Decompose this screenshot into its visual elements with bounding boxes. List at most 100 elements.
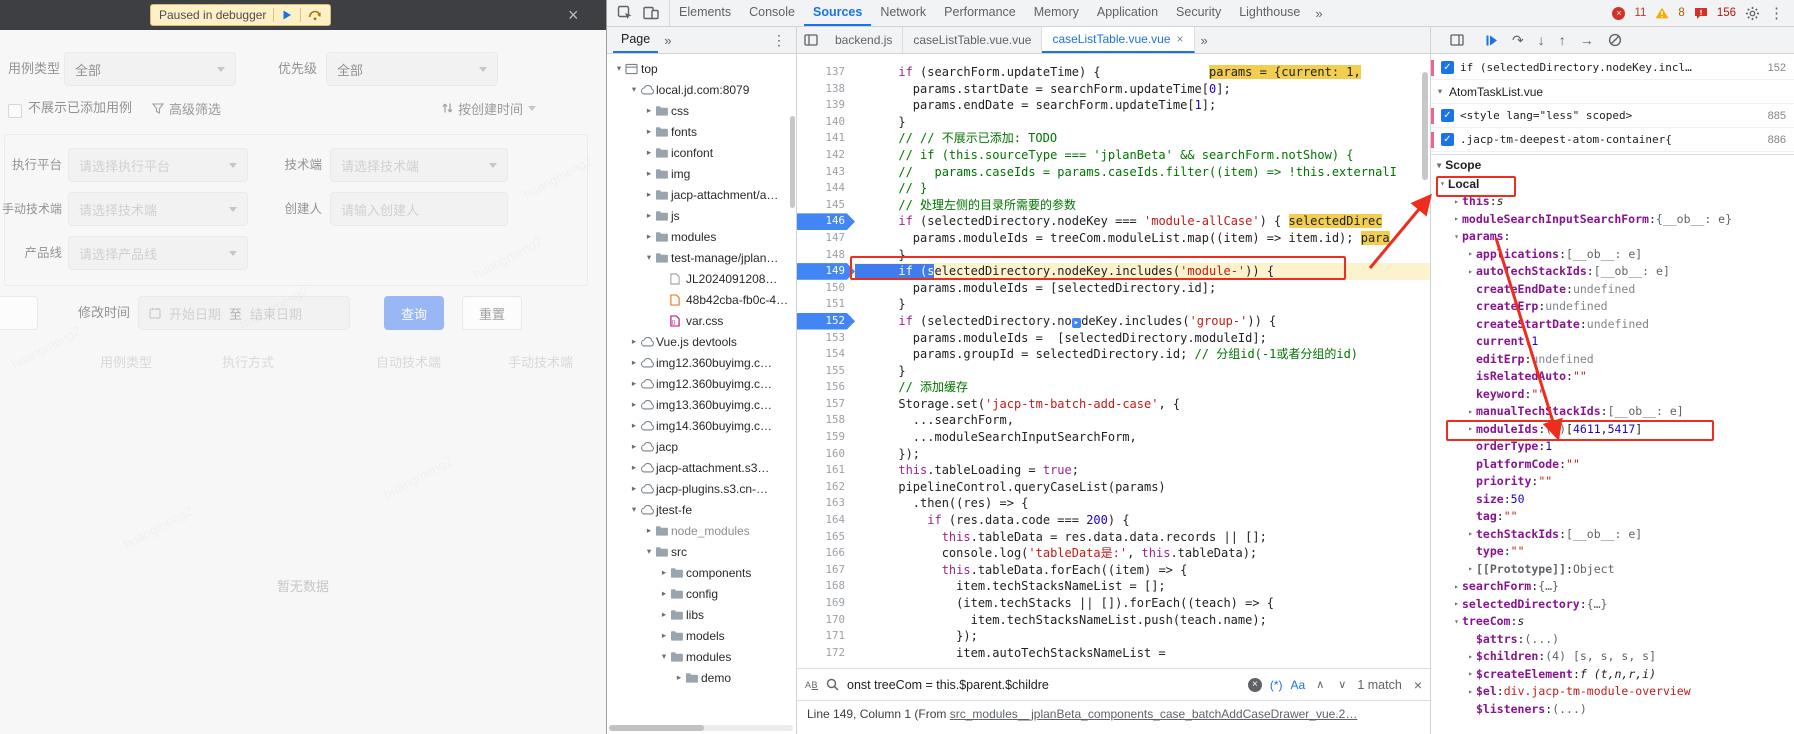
navigator-scrollbar[interactable] [790,116,795,208]
line-number[interactable]: 161 [797,462,855,479]
resume-button[interactable] [1485,34,1498,47]
code-line-152[interactable]: 152 if (selectedDirectory.no▸deKey.inclu… [797,313,1430,330]
tab-security[interactable]: Security [1167,0,1230,26]
line-number[interactable]: 141 [797,130,855,147]
tree-item-jacp[interactable]: ▸jacp [607,436,796,457]
code-line-158[interactable]: 158 ...searchForm, [797,412,1430,429]
scope-variable-row[interactable]: current: 1 [1431,333,1794,351]
tree-item-components[interactable]: ▸components [607,562,796,583]
case-type-select[interactable]: 全部 [64,52,236,86]
code-line-150[interactable]: 150 params.moduleIds = [selectedDirector… [797,280,1430,297]
code-line-146[interactable]: 146 if (selectedDirectory.nodeKey === 'm… [797,213,1430,230]
scope-variable-row[interactable]: ▸searchForm: {…} [1431,578,1794,596]
scope-variable-row[interactable]: ▸selectedDirectory: {…} [1431,595,1794,613]
code-line-155[interactable]: 155 } [797,363,1430,380]
breakpoint-checkbox[interactable]: ✓ [1441,61,1454,74]
tree-item-jacp-plugins-s3-cn-[interactable]: ▸jacp-plugins.s3.cn-… [607,478,796,499]
tab-elements[interactable]: Elements [670,0,740,26]
tree-item-libs[interactable]: ▸libs [607,604,796,625]
line-number[interactable]: 151 [797,296,855,313]
editor-tab[interactable]: caseListTable.vue.vue [903,27,1042,53]
scope-variable-row[interactable]: ▸moduleIds: (2) [4611, 5417] [1431,420,1794,438]
tab-network[interactable]: Network [871,0,935,26]
line-number[interactable]: 148 [797,247,855,264]
step-out-button[interactable]: ↑ [1559,33,1566,47]
code-line-168[interactable]: 168 item.techStacksNameList = []; [797,578,1430,595]
tree-item-models[interactable]: ▸models [607,625,796,646]
code-line-163[interactable]: 163 .then((res) => { [797,495,1430,512]
tab-application[interactable]: Application [1088,0,1167,26]
scope-variable-row[interactable]: ▾Local [1431,175,1794,193]
scope-variable-row[interactable]: createEndDate: undefined [1431,280,1794,298]
tree-item-node-modules[interactable]: ▸node_modules [607,520,796,541]
tree-item-img[interactable]: ▸img [607,163,796,184]
scope-variable-row[interactable]: keyword: "" [1431,385,1794,403]
line-number[interactable]: 160 [797,446,855,463]
tree-item-jl2024091208-[interactable]: JL2024091208… [607,268,796,289]
sort-by-control[interactable]: 按创建时间 [442,94,536,122]
more-navigator-tabs-icon[interactable]: » [658,33,677,48]
kebab-menu-icon[interactable]: ⋮ [1769,4,1784,22]
query-button[interactable]: 查询 [384,296,444,330]
code-line-160[interactable]: 160 }); [797,446,1430,463]
advanced-filter-button[interactable]: 高级筛选 [152,94,221,122]
breakpoint-line-number[interactable]: 152 [797,313,855,330]
tree-item-modules[interactable]: ▸modules [607,226,796,247]
breakpoint-entry[interactable]: ✓<style lang="less" scoped>885 [1431,104,1794,128]
issues-count[interactable]: 156 [1717,7,1736,19]
tree-item-img12-360buyimg-c-[interactable]: ▸img12.360buyimg.c… [607,373,796,394]
scope-variable-row[interactable]: ▸$children: (4) [s, s, s, s] [1431,648,1794,666]
code-line-154[interactable]: 154 params.groupId = selectedDirectory.i… [797,346,1430,363]
more-tabs-icon[interactable]: » [1309,0,1328,26]
line-number[interactable]: 147 [797,230,855,247]
tree-item-var-css[interactable]: {}var.css [607,310,796,331]
scope-variable-row[interactable]: ▸this: s [1431,193,1794,211]
toggle-debugger-sidebar-icon[interactable] [1443,34,1471,46]
scope-variable-row[interactable]: $listeners: (...) [1431,700,1794,718]
tech-select[interactable]: 请选择技术端 [330,148,508,182]
priority-select[interactable]: 全部 [326,52,498,86]
scope-variable-row[interactable]: createStartDate: undefined [1431,315,1794,333]
line-number[interactable]: 159 [797,429,855,446]
navigator-menu-icon[interactable]: ⋮ [768,32,790,49]
tree-item-jtest-fe[interactable]: ▾jtest-fe [607,499,796,520]
line-number[interactable]: 166 [797,545,855,562]
tree-item-48b42cba-fb0c-4-[interactable]: 48b42cba-fb0c-4… [607,289,796,310]
inspect-element-icon[interactable] [617,5,633,21]
breakpoint-line-number[interactable]: 146 [797,213,855,230]
code-line-157[interactable]: 157 Storage.set('jacp-tm-batch-add-case'… [797,396,1430,413]
code-line-141[interactable]: 141 // // 不展示已添加: TODO [797,130,1430,147]
line-number[interactable]: 155 [797,363,855,380]
line-number[interactable]: 165 [797,529,855,546]
line-number[interactable]: 140 [797,114,855,131]
tree-item-src[interactable]: ▾src [607,541,796,562]
code-line-169[interactable]: 169 (item.techStacks || []).forEach((tea… [797,595,1430,612]
match-case-toggle[interactable]: Aa [1291,678,1306,692]
breakpoint-entry[interactable]: ✓.jacp-tm-deepest-atom-container{886 [1431,128,1794,152]
whole-word-icon[interactable]: AB [805,680,818,690]
line-number[interactable]: 144 [797,180,855,197]
device-toolbar-icon[interactable] [643,6,659,20]
scope-variable-row[interactable]: ▸[[Prototype]]: Object [1431,560,1794,578]
step-into-button[interactable]: ↓ [1538,33,1545,47]
line-number[interactable]: 150 [797,280,855,297]
tree-item-css[interactable]: ▸css [607,100,796,121]
scope-variable-row[interactable]: ▸applications: [__ob__: e] [1431,245,1794,263]
code-line-138[interactable]: 138 params.startDate = searchForm.update… [797,81,1430,98]
more-editor-tabs-icon[interactable]: » [1195,27,1214,53]
code-line-172[interactable]: 172 item.autoTechStacksNameList = [797,645,1430,662]
scope-variable-row[interactable]: isRelatedAuto: "" [1431,368,1794,386]
tree-item-img13-360buyimg-c-[interactable]: ▸img13.360buyimg.c… [607,394,796,415]
line-number[interactable]: 170 [797,612,855,629]
scope-variable-row[interactable]: editErp: undefined [1431,350,1794,368]
code-line-148[interactable]: 148 } [797,247,1430,264]
line-number[interactable]: 142 [797,147,855,164]
tree-item-modules[interactable]: ▾modules [607,646,796,667]
scope-variable-row[interactable]: ▾treeCom: s [1431,613,1794,631]
code-line-171[interactable]: 171 }); [797,628,1430,645]
tab-memory[interactable]: Memory [1025,0,1088,26]
code-line-156[interactable]: 156 // 添加缓存 [797,379,1430,396]
code-viewport[interactable]: 137 if (searchForm.updateTime) { params … [797,54,1430,668]
tree-item-top[interactable]: ▾top [607,58,796,79]
code-line-151[interactable]: 151 } [797,296,1430,313]
